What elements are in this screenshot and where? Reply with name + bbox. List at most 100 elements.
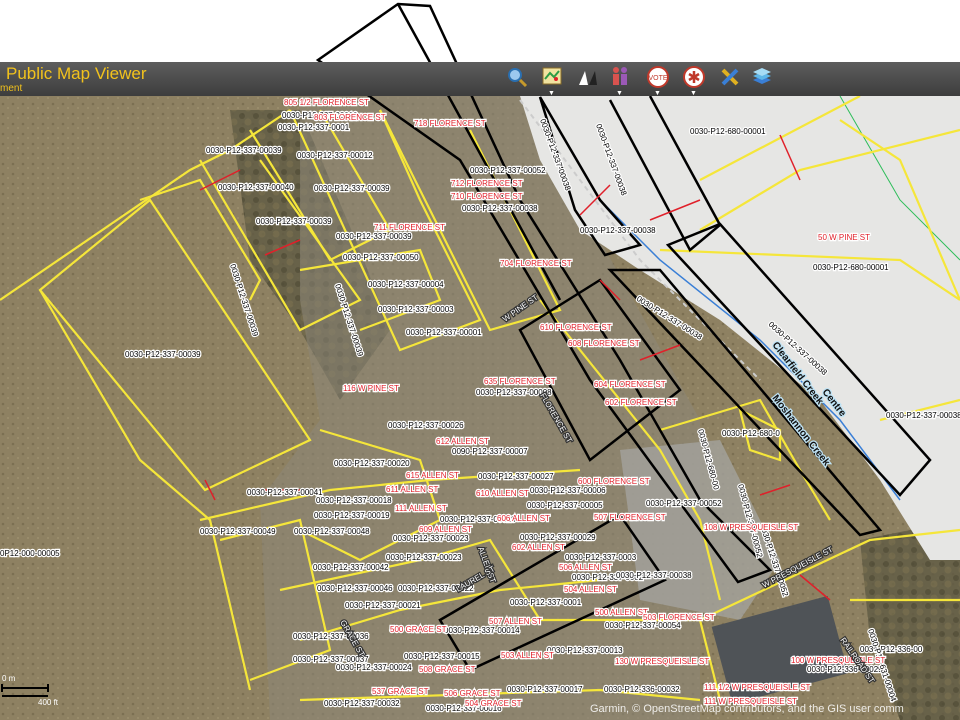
address-label: 503 FLORENCE ST (643, 613, 715, 622)
address-label: 100 W PRESQUEISLE ST (791, 656, 885, 665)
parcel-id-label: 0030-P12-337-00006 (530, 486, 606, 495)
top-blank-area (0, 0, 960, 62)
parcel-id-label: 0030-P12-337-00039 (206, 146, 282, 155)
app-toolbar: Public Map Viewer ment ▼ ▼ VOTE ▼ ▼ (0, 62, 960, 97)
parcel-id-label: 0030-P12-337-00041 (247, 488, 323, 497)
app-title: Public Map Viewer (6, 64, 147, 83)
parcel-id-label: 0030-P12-336-00032 (604, 685, 680, 694)
parcel-id-label: 0030-P12-337-00023 (386, 553, 462, 562)
parcel-id-label: 0030-P12-680-00001 (813, 263, 889, 272)
address-label: 504 ALLEN ST (564, 585, 617, 594)
address-label: 503 ALLEN ST (501, 651, 554, 660)
parcel-id-label: 0030-P12-337-00003 (378, 305, 454, 314)
address-label: 610 FLORENCE ST (540, 323, 612, 332)
parcel-id-label: 0030-P12-337-00039 (256, 217, 332, 226)
parcel-id-label: 0030-P12-337-00020 (334, 459, 410, 468)
address-label: 611 ALLEN ST (386, 485, 438, 494)
parcel-id-label: 0030-P12-337-00038 (616, 571, 692, 580)
parcel-id-label: 0030-P12-337-0001 (510, 598, 582, 607)
parcel-id-label: 0030-P12-337-00038 (886, 411, 960, 420)
emergency-icon[interactable]: ▼ (682, 65, 706, 97)
address-label: 803 FLORENCE ST (314, 113, 386, 122)
parcel-id-label: 0030-P12-337-00004 (368, 280, 444, 289)
address-label: 704 FLORENCE ST (500, 259, 572, 268)
tools-icon[interactable] (718, 65, 742, 89)
address-label: 602 ALLEN ST (512, 543, 565, 552)
parcel-id-label: 0030-P12-337-00052 (470, 166, 546, 175)
address-label: 602 FLORENCE ST (605, 398, 677, 407)
address-label: 506 GRACE ST (444, 689, 501, 698)
parcel-id-label: 0030-P12-337-00001 (406, 328, 482, 337)
parcel-id-label: 0030-P12-337-00049 (200, 527, 276, 536)
parcel-id-label: 0030-P12-337-00052 (646, 499, 722, 508)
parcel-id-label: 0030-P12-337-00042 (313, 563, 389, 572)
address-label: 612 ALLEN ST (436, 437, 489, 446)
parcel-id-label: 0030-P12-337-00038 (580, 226, 656, 235)
scale-bar: 0 m 400 ft (0, 674, 60, 708)
map-attribution: Garmin, © OpenStreetMap contributors, an… (590, 703, 904, 715)
chevron-down-icon: ▼ (654, 90, 661, 97)
chevron-down-icon: ▼ (690, 90, 697, 97)
address-label: 108 W PRESQUEISLE ST (704, 523, 798, 532)
parcel-id-label: 0090-P12-337-00007 (452, 447, 528, 456)
parcel-id-label: 0030-P12-337-00023 (393, 534, 469, 543)
parcel-id-label: 0030-P12-337-00012 (297, 151, 373, 160)
magnifier-icon[interactable] (505, 65, 529, 89)
parcel-id-label: 0030-P12-337-00021 (345, 601, 421, 610)
address-label: 508 GRACE ST (419, 665, 476, 674)
scale-metric-label: 0 m (2, 674, 16, 683)
parcel-id-label: 0030-P12-337-00050 (343, 253, 419, 262)
address-label: 609 ALLEN ST (419, 525, 472, 534)
parcel-id-label: 0030-P12-337-00018 (316, 496, 392, 505)
svg-text:VOTE: VOTE (648, 75, 667, 82)
parcel-id-label: 0030-P12-337-00005 (527, 501, 603, 510)
address-label: 111 1/2 W PRESQUEISLE ST (704, 683, 811, 692)
map-canvas[interactable]: 0030-P12-337-000100030-P12-337-00010030-… (0, 0, 960, 720)
parcel-id-label: 0030-P12-337-00048 (294, 527, 370, 536)
address-label: 504 GRACE ST (465, 699, 522, 708)
people-icon[interactable]: ▼ (608, 65, 632, 97)
parcel-id-label: 0030-P12-680-00001 (690, 127, 766, 136)
parcel-id-label: 0030-P12-337-00027 (478, 472, 554, 481)
parcel-id-label: 0030-P12-337-00017 (507, 685, 583, 694)
chevron-down-icon: ▼ (616, 90, 623, 97)
parcel-id-label: 0P12-000-00005 (0, 549, 60, 558)
address-label: 608 FLORENCE ST (568, 339, 640, 348)
vote-icon[interactable]: VOTE ▼ (646, 65, 670, 97)
parcel-id-label: 0030-P12-337-0001 (278, 123, 350, 132)
address-label: 600 FLORENCE ST (578, 477, 650, 486)
address-label: 711 FLORENCE ST (374, 223, 445, 232)
address-label: 805 1/2 FLORENCE ST (284, 98, 369, 107)
parcel-id-label: 0030-P12-680-0 (722, 429, 780, 438)
address-label: 615 ALLEN ST (406, 471, 459, 480)
parcel-id-label: 0030-P12-337-00039 (314, 184, 390, 193)
address-label: 610 ALLEN ST (476, 489, 529, 498)
address-label: 506 ALLEN ST (559, 563, 612, 572)
address-label: 635 FLORENCE ST (484, 377, 556, 386)
chevron-down-icon: ▼ (548, 90, 555, 97)
parcel-id-label: 0030-P12-337-00015 (404, 652, 480, 661)
address-label: 50 W PINE ST (818, 233, 870, 242)
parcel-id-label: 0030-P12-337-00024 (336, 663, 412, 672)
address-label: 507 ALLEN ST (489, 617, 542, 626)
parcel-id-label: 0030-P12-337-00039 (125, 350, 201, 359)
parcel-id-label: 0030-P12-337-00029 (520, 533, 596, 542)
address-label: 500 GRACE ST (390, 625, 447, 634)
parcel-id-label: 0030-P12-337-00038 (462, 204, 538, 213)
measure-icon[interactable] (575, 65, 599, 89)
parcel-id-label: 0030-P12-337-00019 (314, 511, 390, 520)
basemap-stack-icon[interactable] (750, 65, 774, 89)
parcel-id-label: 0030-P12-337-00013 (547, 646, 623, 655)
address-label: 500 ALLEN ST (595, 608, 648, 617)
scale-imperial-label: 400 ft (38, 698, 59, 707)
parcel-id-label: 0030-P12-337-00026 (388, 421, 464, 430)
parcel-id-label: 0030-P12-337-00040 (218, 183, 294, 192)
map-layers-icon[interactable]: ▼ (540, 65, 564, 97)
parcel-id-label: 0030-P12-337-00039 (336, 232, 412, 241)
address-label: 712 FLORENCE ST (451, 179, 523, 188)
address-label: 606 ALLEN ST (497, 514, 550, 523)
address-label: 718 FLORENCE ST (414, 119, 486, 128)
parcel-id-label: 0030-P12-337-0003 (565, 553, 637, 562)
parcel-id-label: 0030-P12-337-00054 (605, 621, 681, 630)
parcel-id-label: 0030-P12-337-00014 (444, 626, 520, 635)
